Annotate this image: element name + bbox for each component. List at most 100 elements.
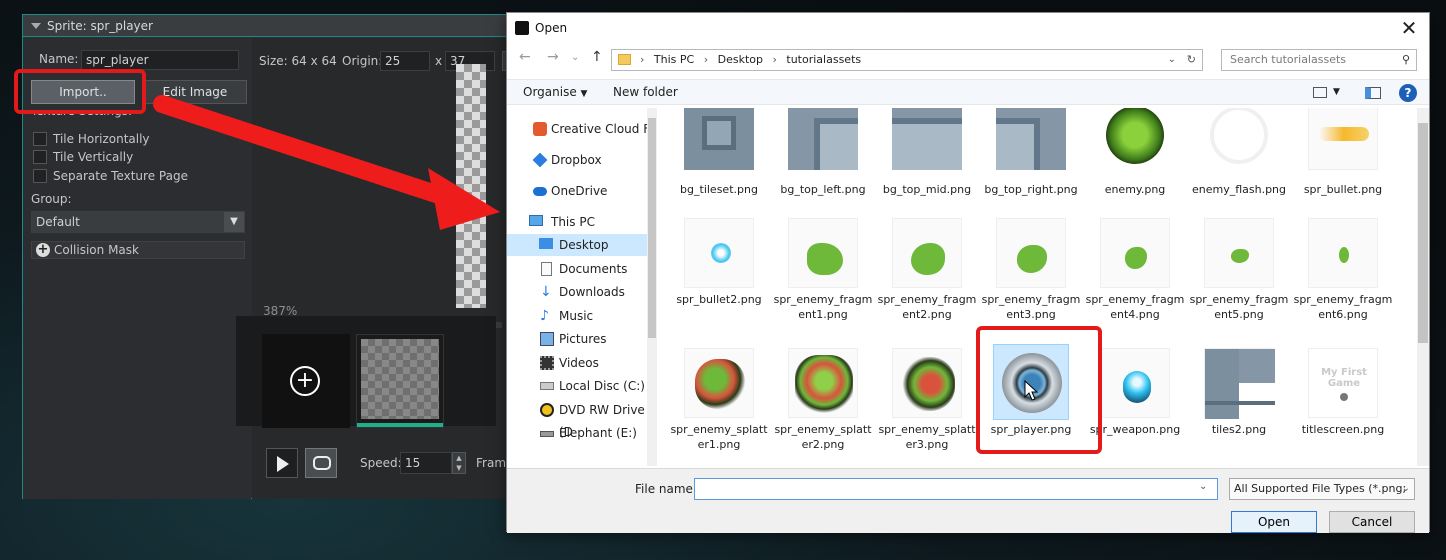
- file-tile[interactable]: spr_enemy_splatter2.png: [771, 348, 875, 466]
- nav-item-local-disc[interactable]: Local Disc (C:): [507, 375, 657, 397]
- frame-thumbnail[interactable]: [356, 334, 444, 428]
- desktop-icon: [539, 238, 553, 249]
- cancel-button[interactable]: Cancel: [1329, 511, 1415, 533]
- up-arrow-icon[interactable]: ↑: [591, 49, 603, 65]
- speed-input[interactable]: 15: [400, 452, 452, 474]
- file-tile[interactable]: spr_enemy_fragment6.png: [1291, 218, 1395, 336]
- group-select[interactable]: Default ▼: [31, 211, 245, 233]
- file-tile[interactable]: spr_enemy_fragment3.png: [979, 218, 1083, 336]
- origin-label: Origin:: [342, 54, 383, 68]
- origin-x-input[interactable]: 25: [380, 51, 430, 71]
- collapse-triangle-icon[interactable]: [31, 23, 41, 29]
- nav-item-label: Pictures: [559, 332, 607, 346]
- sprite-canvas-checkerboard[interactable]: [456, 64, 486, 308]
- file-tile[interactable]: My First Game titlescreen.png: [1291, 348, 1395, 466]
- sprite-editor-area: Size: 64 x 64 Origin: 25 x 37 387%: [252, 38, 542, 499]
- nav-item-videos[interactable]: Videos: [507, 352, 657, 374]
- tile-vertically-checkbox[interactable]: [33, 150, 47, 164]
- open-button[interactable]: Open: [1231, 511, 1317, 533]
- file-thumbnail: [1204, 348, 1275, 419]
- music-icon: ♪: [540, 308, 549, 324]
- nav-item-desktop[interactable]: Desktop: [507, 234, 657, 256]
- file-tile[interactable]: spr_enemy_splatter3.png: [875, 348, 979, 466]
- file-tile[interactable]: tiles2.png: [1187, 348, 1291, 466]
- file-tile[interactable]: bg_top_right.png: [979, 108, 1083, 226]
- nav-item-pictures[interactable]: Pictures: [507, 328, 657, 350]
- file-thumbnail: [684, 218, 754, 288]
- tile-horizontally-checkbox[interactable]: [33, 132, 47, 146]
- nav-item-label: Documents: [559, 262, 628, 276]
- recent-chevron-icon[interactable]: ⌄: [571, 52, 579, 63]
- loop-button[interactable]: [305, 448, 337, 478]
- file-name: spr_bullet2.png: [676, 293, 762, 306]
- collision-mask-row[interactable]: + Collision Mask: [31, 241, 245, 259]
- file-tile[interactable]: spr_enemy_fragment4.png: [1083, 218, 1187, 336]
- file-thumbnail: [684, 348, 754, 418]
- nav-item-music[interactable]: ♪ Music: [507, 305, 657, 327]
- preview-pane-icon[interactable]: [1365, 87, 1381, 99]
- nav-item-documents[interactable]: Documents: [507, 258, 657, 280]
- close-icon[interactable]: ✕: [1399, 17, 1419, 39]
- nav-item-dvd-drive[interactable]: DVD RW Drive (D: [507, 399, 657, 439]
- forward-arrow-icon[interactable]: →: [547, 49, 559, 65]
- chevron-down-icon: ▼: [580, 89, 588, 99]
- play-button[interactable]: [266, 448, 298, 478]
- dvd-icon: [540, 403, 554, 417]
- file-name-dropdown-icon[interactable]: ⌄: [1199, 481, 1207, 492]
- breadcrumb-tutorialassets[interactable]: tutorialassets: [786, 53, 861, 66]
- file-type-select[interactable]: All Supported File Types (*.png; ⌄: [1229, 478, 1415, 500]
- organise-button[interactable]: Organise ▼: [523, 85, 587, 99]
- search-input[interactable]: Search tutorialassets ⚲: [1221, 49, 1417, 71]
- view-dropdown-icon[interactable]: ▼: [1333, 87, 1340, 97]
- file-tile[interactable]: bg_top_mid.png: [875, 108, 979, 226]
- nav-item-elephant[interactable]: Elephant (E:): [507, 422, 657, 444]
- sprite-titlebar[interactable]: Sprite: spr_player: [23, 15, 541, 37]
- file-tile[interactable]: bg_top_left.png: [771, 108, 875, 226]
- name-input[interactable]: spr_player: [81, 50, 239, 70]
- file-tile[interactable]: bg_tileset.png: [667, 108, 771, 226]
- chevron-down-icon[interactable]: ▼: [224, 212, 244, 232]
- file-type-value: All Supported File Types (*.png;: [1234, 482, 1407, 495]
- edit-image-button[interactable]: Edit Image: [143, 80, 247, 104]
- file-tile[interactable]: spr_enemy_fragment2.png: [875, 218, 979, 336]
- nav-item-onedrive[interactable]: OneDrive: [507, 180, 657, 202]
- file-thumbnail: [1100, 108, 1170, 170]
- file-name: spr_enemy_fragment4.png: [1085, 293, 1185, 321]
- plus-circle-icon[interactable]: +: [36, 243, 50, 257]
- file-tile[interactable]: spr_bullet.png: [1291, 108, 1395, 226]
- navigation-row: ← → ⌄ ↑ › This PC › Desktop › tutorialas…: [507, 47, 1429, 73]
- breadcrumb-desktop[interactable]: Desktop: [718, 53, 763, 66]
- file-name: enemy.png: [1104, 183, 1166, 196]
- add-frame-button[interactable]: +: [262, 334, 350, 428]
- address-bar[interactable]: › This PC › Desktop › tutorialassets ⌄ ↻: [611, 49, 1203, 71]
- help-icon[interactable]: ?: [1399, 84, 1417, 102]
- address-dropdown-icon[interactable]: ⌄: [1168, 50, 1176, 70]
- nav-pane-scroll-thumb[interactable]: [648, 118, 656, 338]
- file-tile[interactable]: spr_enemy_fragment5.png: [1187, 218, 1291, 336]
- separate-texture-page-checkbox[interactable]: [33, 169, 47, 183]
- new-folder-button[interactable]: New folder: [613, 85, 678, 99]
- nav-item-dropbox[interactable]: Dropbox: [507, 149, 657, 171]
- refresh-icon[interactable]: ↻: [1187, 50, 1196, 70]
- file-tile[interactable]: spr_enemy_fragment1.png: [771, 218, 875, 336]
- view-options-icon[interactable]: [1313, 87, 1327, 98]
- file-thumbnail: [892, 108, 962, 170]
- speed-stepper[interactable]: ▲ ▼: [452, 452, 466, 474]
- computer-icon: [529, 215, 543, 226]
- titlescreen-caption: My First Game: [1321, 367, 1367, 389]
- nav-item-creative-cloud[interactable]: Creative Cloud Fil: [507, 118, 657, 140]
- file-name-input[interactable]: [694, 478, 1218, 500]
- file-name: bg_top_mid.png: [882, 183, 972, 196]
- file-tile[interactable]: spr_bullet2.png: [667, 218, 771, 336]
- file-tile[interactable]: enemy_flash.png: [1187, 108, 1291, 226]
- back-arrow-icon[interactable]: ←: [519, 49, 531, 65]
- file-tile[interactable]: enemy.png: [1083, 108, 1187, 226]
- breadcrumb-this-pc[interactable]: This PC: [654, 53, 694, 66]
- creative-cloud-icon: [533, 122, 547, 136]
- nav-item-this-pc[interactable]: This PC: [507, 211, 657, 233]
- nav-item-label: Desktop: [559, 238, 609, 252]
- file-name: bg_top_left.png: [780, 183, 866, 196]
- nav-item-downloads[interactable]: ↓ Downloads: [507, 281, 657, 303]
- file-tile[interactable]: spr_enemy_splatter1.png: [667, 348, 771, 466]
- file-list-scroll-thumb[interactable]: [1418, 123, 1428, 343]
